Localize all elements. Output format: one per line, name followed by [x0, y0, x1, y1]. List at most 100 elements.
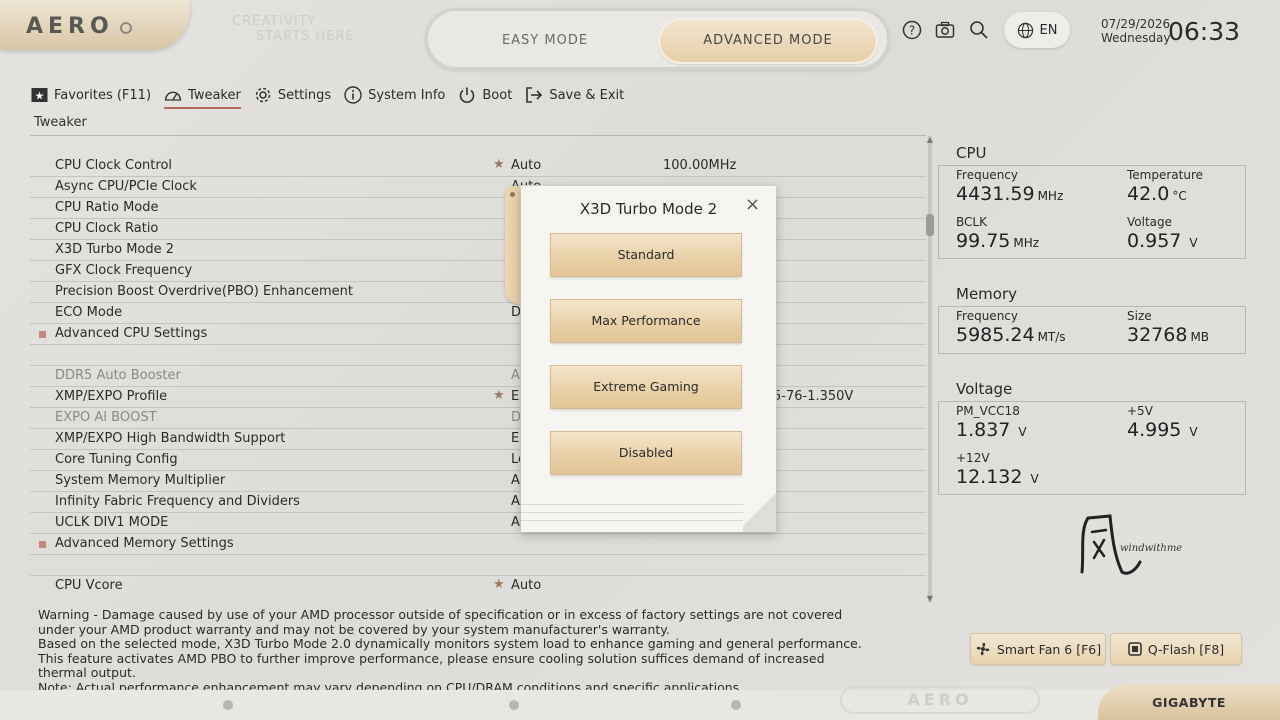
- memory-size: Size 32768 MB: [1127, 309, 1209, 346]
- cpu-temperature: Temperature 42.0 °C: [1127, 168, 1203, 205]
- chip-icon: [1128, 642, 1142, 656]
- stat-label: +5V: [1127, 404, 1153, 418]
- search-icon[interactable]: [968, 19, 990, 41]
- memory-panel: Frequency 5985.24 MT/s Size 32768 MB: [938, 306, 1246, 354]
- camera-icon[interactable]: [934, 19, 956, 41]
- help-text: Warning - Damage caused by use of your A…: [38, 607, 878, 696]
- slogan-line-2: STARTS HERE: [256, 29, 355, 44]
- row-label: CPU Clock Ratio: [55, 221, 159, 236]
- qflash-button[interactable]: Q-Flash [F8]: [1111, 634, 1241, 664]
- row-label: EXPO AI BOOST: [55, 410, 157, 425]
- stat-value: 0.957: [1127, 230, 1182, 252]
- smart-fan-button[interactable]: Smart Fan 6 [F6]: [971, 634, 1105, 664]
- dialog-title: X3D Turbo Mode 2: [579, 200, 718, 218]
- option-standard-button[interactable]: Standard: [551, 234, 741, 276]
- screw-icon: [731, 700, 741, 710]
- row-async-cpu-pcie-clock[interactable]: Async CPU/PCIe Clock Auto: [30, 177, 926, 198]
- close-icon[interactable]: ×: [745, 194, 760, 215]
- exit-icon: [525, 86, 543, 104]
- main-menu: ★ Favorites (F11) Tweaker Settings Syste…: [30, 84, 637, 109]
- help-icon[interactable]: ?: [901, 19, 923, 41]
- cpu-panel-title: CPU: [956, 144, 987, 162]
- tab-boot-label: Boot: [482, 87, 513, 103]
- clock: 06:33: [1168, 17, 1241, 46]
- stat-label: Temperature: [1127, 168, 1204, 182]
- gigabyte-logo: GIGABYTE: [1098, 684, 1280, 720]
- row-expo-ai-boost: EXPO AI BOOST D: [30, 408, 926, 429]
- row-core-tuning-config[interactable]: Core Tuning Config Le: [30, 450, 926, 471]
- row-spacer: [30, 555, 926, 576]
- stat-unit: V: [1189, 236, 1198, 250]
- row-uclk-div1-mode[interactable]: UCLK DIV1 MODE Auto: [30, 513, 926, 534]
- svg-text:?: ?: [909, 24, 915, 38]
- list-scrollbar[interactable]: [928, 136, 932, 602]
- tab-system-info[interactable]: System Info: [344, 84, 445, 106]
- power-icon: [458, 86, 476, 104]
- stat-value: 1.837: [956, 419, 1011, 441]
- aero-logo-tab: AERO: [0, 0, 190, 50]
- row-cpu-clock-ratio[interactable]: CPU Clock Ratio: [30, 219, 926, 240]
- option-max-performance-button[interactable]: Max Performance: [551, 300, 741, 342]
- tab-favorites[interactable]: ★ Favorites (F11): [30, 84, 151, 106]
- row-advanced-cpu-settings[interactable]: Advanced CPU Settings: [30, 324, 926, 345]
- row-advanced-memory-settings[interactable]: Advanced Memory Settings: [30, 534, 926, 555]
- row-gfx-clock-frequency[interactable]: GFX Clock Frequency: [30, 261, 926, 282]
- voltage-12v: +12V 12.132 V: [956, 451, 1039, 488]
- row-xmp-expo-high-bandwidth[interactable]: XMP/EXPO High Bandwidth Support En: [30, 429, 926, 450]
- row-cpu-ratio-mode[interactable]: CPU Ratio Mode: [30, 198, 926, 219]
- stat-value: 42.0: [1127, 183, 1170, 205]
- scroll-thumb[interactable]: [926, 214, 934, 236]
- language-selector[interactable]: EN: [1004, 12, 1070, 48]
- option-extreme-gaming-button[interactable]: Extreme Gaming: [551, 366, 741, 408]
- voltage-panel: PM_VCC18 1.837 V +5V 4.995 V +12V 12.132 V: [938, 401, 1246, 495]
- gear-icon: [254, 86, 272, 104]
- help-line: Based on the selected mode, X3D Turbo Mo…: [38, 636, 862, 652]
- tab-save-exit[interactable]: Save & Exit: [525, 84, 624, 106]
- section-divider: [30, 135, 926, 136]
- stat-label: PM_VCC18: [956, 404, 1020, 418]
- tab-favorites-label: Favorites (F11): [54, 87, 152, 103]
- row-infinity-fabric[interactable]: Infinity Fabric Frequency and Dividers A…: [30, 492, 926, 513]
- top-bar: AERO CREATIVITY STARTS HERE EASY MODE AD…: [0, 0, 1280, 78]
- option-disabled-button[interactable]: Disabled: [551, 432, 741, 474]
- row-label: ECO Mode: [55, 305, 123, 320]
- row-system-memory-multiplier[interactable]: System Memory Multiplier Au: [30, 471, 926, 492]
- date-text: 07/29/2026: [1101, 17, 1171, 31]
- tab-tweaker[interactable]: Tweaker: [164, 84, 241, 109]
- info-icon: [344, 86, 362, 104]
- signature-text: windwithme: [1120, 543, 1183, 554]
- advanced-mode-button[interactable]: ADVANCED MODE: [660, 20, 876, 62]
- weekday-text: Wednesday: [1101, 31, 1171, 45]
- row-cpu-clock-control[interactable]: CPU Clock Control ★ Auto 100.00MHz: [30, 156, 926, 177]
- row-xmp-expo-profile[interactable]: XMP/EXPO Profile ★ EX 5-76-1.350V: [30, 387, 926, 408]
- tab-boot[interactable]: Boot: [458, 84, 512, 106]
- stat-unit: MHz: [1037, 189, 1064, 203]
- stat-label: Frequency: [956, 309, 1018, 323]
- stat-unit: V: [1018, 425, 1027, 439]
- stat-value: 99.75: [956, 230, 1011, 252]
- row-value[interactable]: Auto: [511, 578, 541, 593]
- easy-mode-button[interactable]: EASY MODE: [470, 26, 620, 56]
- stat-value: 32768: [1127, 324, 1188, 346]
- row-eco-mode[interactable]: ECO Mode D: [30, 303, 926, 324]
- row-pbo-enhancement[interactable]: Precision Boost Overdrive(PBO) Enhanceme…: [30, 282, 926, 303]
- scroll-up-icon[interactable]: ▲: [925, 136, 935, 144]
- voltage-5v: +5V 4.995 V: [1127, 404, 1198, 441]
- row-x3d-turbo-mode-2[interactable]: X3D Turbo Mode 2: [30, 240, 926, 261]
- row-value[interactable]: Auto: [511, 158, 541, 173]
- row-label: CPU Clock Control: [55, 158, 173, 173]
- globe-icon: [1017, 22, 1033, 38]
- help-line: This feature activates AMD PBO to furthe…: [38, 650, 825, 666]
- stat-unit: MHz: [1013, 236, 1040, 250]
- stat-unit: V: [1030, 472, 1039, 486]
- stat-unit: MB: [1190, 330, 1210, 344]
- tab-settings[interactable]: Settings: [254, 84, 331, 106]
- modal-tab-dot-icon: [510, 192, 515, 197]
- stat-unit: °C: [1172, 189, 1187, 203]
- row-value: D: [511, 410, 522, 425]
- row-cpu-vcore[interactable]: CPU Vcore ★ Auto: [30, 576, 926, 597]
- row-value[interactable]: D: [511, 305, 521, 320]
- scroll-down-icon[interactable]: ▼: [925, 595, 935, 603]
- screw-icon: [509, 700, 519, 710]
- row-label: Advanced Memory Settings: [55, 536, 234, 551]
